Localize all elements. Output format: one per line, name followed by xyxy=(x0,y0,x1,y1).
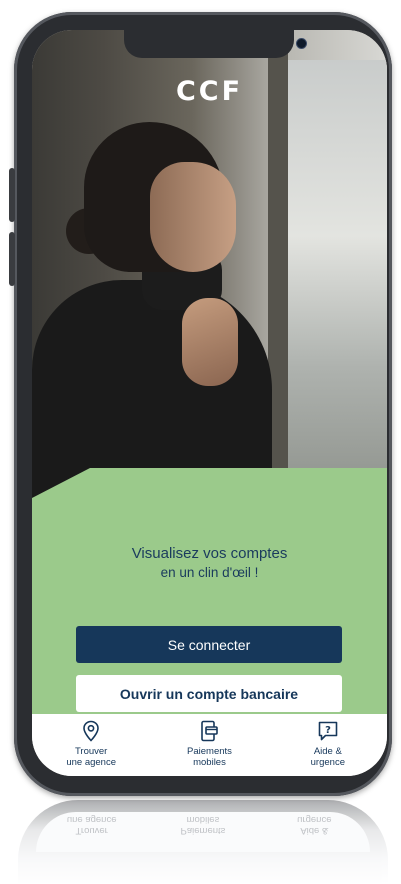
help-question-icon: ? xyxy=(318,721,338,741)
reflection-label-find-agency: Trouver une agence xyxy=(66,814,117,836)
nav-item-find-agency[interactable]: Trouver une agence xyxy=(32,714,150,776)
app-screen: CCF Visualisez vos comptes en un clin d'… xyxy=(32,30,387,776)
nav-item-help-emergency[interactable]: ? Aide & urgence xyxy=(269,714,387,776)
reflection-label-help-emergency: Aide & urgence xyxy=(297,814,332,836)
volume-up-button xyxy=(9,168,15,222)
volume-down-button xyxy=(9,232,15,286)
phone-notch xyxy=(124,30,307,58)
login-button[interactable]: Se connecter xyxy=(76,626,342,663)
brand-logo: CCF xyxy=(175,76,244,107)
front-camera xyxy=(296,38,307,49)
nav-item-mobile-payments[interactable]: Paiements mobiles xyxy=(150,714,268,776)
promo-headline-line2: en un clin d'œil ! xyxy=(160,565,259,580)
promo-headline-line1: Visualisez vos comptes xyxy=(131,545,288,562)
reflection-label-mobile-payments: Paiements mobiles xyxy=(180,814,226,836)
nav-label-help-emergency: Aide & urgence xyxy=(310,746,345,768)
mobile-payment-icon xyxy=(201,720,219,742)
open-account-button[interactable]: Ouvrir un compte bancaire xyxy=(76,675,342,712)
promo-headline: Visualisez vos comptes en un clin d'œil … xyxy=(32,545,387,580)
svg-text:?: ? xyxy=(325,725,331,736)
bottom-nav: Trouver une agence Paiements mobiles ? A… xyxy=(32,714,387,776)
nav-label-find-agency: Trouver une agence xyxy=(66,746,116,768)
location-pin-icon xyxy=(83,720,99,742)
phone-reflection: Trouver une agence Paiements mobiles Aid… xyxy=(18,800,388,884)
nav-label-mobile-payments: Paiements mobiles xyxy=(187,746,232,768)
